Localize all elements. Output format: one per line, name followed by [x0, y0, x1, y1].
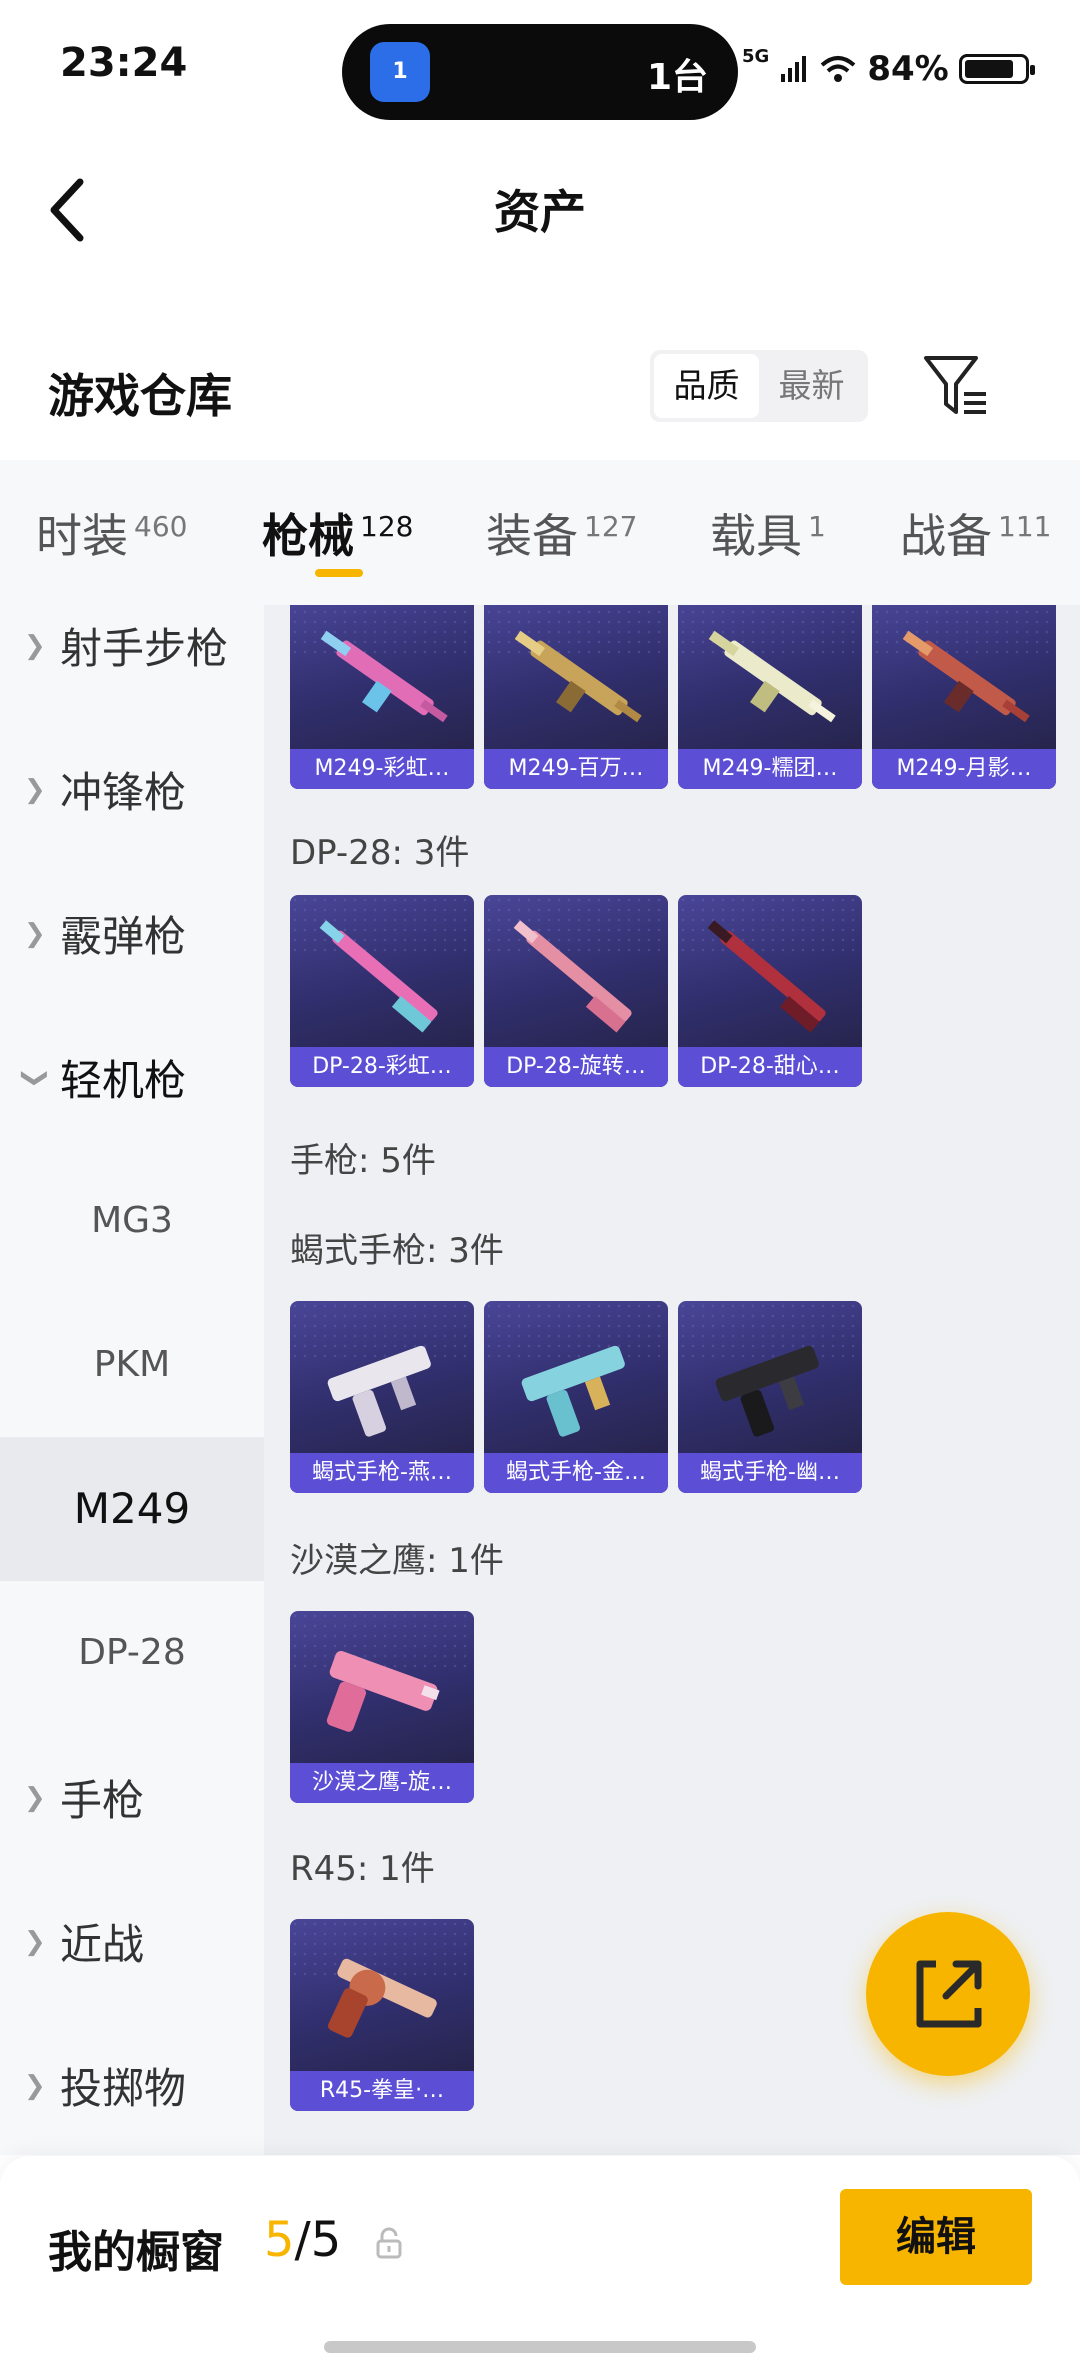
- status-bar: 23:24 1 1台 5G 84%: [0, 0, 1080, 130]
- weapon-card-name: M249-月影…: [872, 749, 1056, 789]
- battery-icon: [958, 54, 1035, 84]
- sidebar-item-label: 手枪: [60, 1776, 145, 1825]
- showcase-count: 5/5: [264, 2212, 341, 2268]
- tab-label: 装备: [486, 509, 578, 563]
- tab-equipment[interactable]: 装备 127: [486, 500, 637, 566]
- showcase-label: 我的橱窗: [48, 2227, 224, 2278]
- weapon-category-sidebar: ❯ 射手步枪 ❯ 冲锋枪 ❯ 霰弹枪 ❯ 轻机枪 MG3 PKM M249 DP-28 …: [0, 605, 264, 2155]
- sidebar-item-throwable[interactable]: ❯ 投掷物: [0, 2013, 264, 2157]
- sidebar-item-marksman-rifle[interactable]: ❯ 射手步枪: [0, 573, 264, 717]
- top-header: 资产: [0, 140, 1080, 270]
- group-header-dp28: DP-28: 3件: [290, 833, 470, 873]
- sort-quality-button[interactable]: 品质: [654, 354, 759, 418]
- weapon-card-name: 沙漠之鹰-旋…: [290, 1763, 474, 1803]
- group-header-deagle: 沙漠之鹰: 1件: [290, 1541, 504, 1581]
- tab-label: 载具: [710, 509, 802, 563]
- weapon-card-name: DP-28-甜心…: [678, 1047, 862, 1087]
- weapon-card[interactable]: M249-百万…: [484, 605, 668, 789]
- battery-percent: 84%: [867, 49, 949, 89]
- tab-count: 111: [998, 509, 1052, 543]
- chevron-down-icon: ❯: [19, 1067, 50, 1089]
- weapon-card-name: 蝎式手枪-幽…: [678, 1453, 862, 1493]
- share-export-button[interactable]: [866, 1912, 1030, 2076]
- chevron-right-icon: ❯: [24, 2071, 46, 2101]
- sidebar-item-lmg[interactable]: ❯ 轻机枪: [0, 1005, 264, 1149]
- sort-latest-button[interactable]: 最新: [759, 354, 864, 418]
- group-header-scorpion: 蝎式手枪: 3件: [290, 1231, 504, 1271]
- chevron-right-icon: ❯: [24, 1927, 46, 1957]
- weapon-card[interactable]: M249-糯团…: [678, 605, 862, 789]
- sidebar-item-label: 冲锋枪: [60, 768, 187, 817]
- tab-vehicles[interactable]: 载具 1: [710, 500, 826, 566]
- share-export-icon: [916, 1960, 982, 2028]
- showcase-used: 5: [264, 2212, 295, 2268]
- chevron-right-icon: ❯: [24, 919, 46, 949]
- weapon-card[interactable]: DP-28-甜心…: [678, 895, 862, 1087]
- group-header-r45: R45: 1件: [290, 1849, 435, 1889]
- sidebar-item-shotgun[interactable]: ❯ 霰弹枪: [0, 861, 264, 1005]
- signal-icon: [781, 56, 807, 82]
- sidebar-item-smg[interactable]: ❯ 冲锋枪: [0, 717, 264, 861]
- sidebar-item-label: 近战: [60, 1920, 145, 1969]
- weapon-card[interactable]: 蝎式手枪-幽…: [678, 1301, 862, 1493]
- sidebar-item-label: 霰弹枪: [60, 912, 187, 961]
- tab-count: 1: [808, 509, 826, 543]
- tab-count: 127: [584, 509, 638, 543]
- tab-label: 战备: [900, 509, 992, 563]
- network-type: 5G: [742, 46, 770, 67]
- tab-fashion[interactable]: 时装 460: [36, 500, 187, 566]
- battery-fill: [964, 60, 1014, 78]
- weapon-card-name: 蝎式手枪-燕…: [290, 1453, 474, 1493]
- active-tab-indicator: [315, 569, 363, 577]
- weapon-card-name: M249-糯团…: [678, 749, 862, 789]
- weapon-card-name: 蝎式手枪-金…: [484, 1453, 668, 1493]
- filter-icon[interactable]: [920, 352, 992, 420]
- lock-icon: [376, 2227, 402, 2259]
- group-header-pistol: 手枪: 5件: [290, 1141, 436, 1181]
- weapon-card[interactable]: R45-拳皇·…: [290, 1919, 474, 2111]
- weapon-card-name: DP-28-彩虹…: [290, 1047, 474, 1087]
- sidebar-sub-dp28[interactable]: DP-28: [0, 1581, 264, 1725]
- chevron-right-icon: ❯: [24, 775, 46, 805]
- weapon-card-name: DP-28-旋转…: [484, 1047, 668, 1087]
- showcase-total: /5: [294, 2212, 342, 2268]
- island-app-icon: 1: [370, 42, 430, 102]
- tab-count: 128: [360, 509, 414, 543]
- tab-supplies[interactable]: 战备 111: [900, 500, 1051, 566]
- weapon-card[interactable]: 沙漠之鹰-旋…: [290, 1611, 474, 1803]
- tab-label: 枪械: [262, 509, 354, 563]
- sidebar-item-label: 射手步枪: [60, 624, 229, 673]
- sidebar-item-pistol[interactable]: ❯ 手枪: [0, 1725, 264, 1869]
- tab-guns[interactable]: 枪械 128: [262, 500, 413, 566]
- dynamic-island[interactable]: 1 1台: [342, 24, 738, 120]
- sidebar-sub-pkm[interactable]: PKM: [0, 1293, 264, 1437]
- weapon-card[interactable]: DP-28-彩虹…: [290, 895, 474, 1087]
- page-title: 资产: [494, 185, 586, 239]
- status-time: 23:24: [60, 40, 188, 86]
- sidebar-item-label: 轻机枪: [60, 1056, 187, 1105]
- chevron-right-icon: ❯: [24, 631, 46, 661]
- sidebar-sub-mg3[interactable]: MG3: [0, 1149, 264, 1293]
- weapon-card-name: R45-拳皇·…: [290, 2071, 474, 2111]
- weapon-card[interactable]: DP-28-旋转…: [484, 895, 668, 1087]
- sort-toggle: 品质 最新: [650, 350, 868, 422]
- wifi-icon: [820, 56, 856, 82]
- chevron-right-icon: ❯: [24, 1783, 46, 1813]
- home-indicator[interactable]: [324, 2341, 756, 2353]
- sidebar-item-melee[interactable]: ❯ 近战: [0, 1869, 264, 2013]
- weapon-card[interactable]: M249-彩虹…: [290, 605, 474, 789]
- weapon-card[interactable]: M249-月影…: [872, 605, 1056, 789]
- weapon-card-name: M249-彩虹…: [290, 749, 474, 789]
- warehouse-title: 游戏仓库: [48, 369, 232, 423]
- weapon-card[interactable]: 蝎式手枪-燕…: [290, 1301, 474, 1493]
- sidebar-item-label: 投掷物: [60, 2064, 187, 2113]
- weapon-card[interactable]: 蝎式手枪-金…: [484, 1301, 668, 1493]
- island-text: 1台: [646, 57, 708, 98]
- edit-button[interactable]: 编辑: [840, 2189, 1032, 2285]
- system-icons: 5G 84%: [742, 44, 1035, 94]
- sidebar-sub-m249[interactable]: M249: [0, 1437, 264, 1581]
- weapon-card-name: M249-百万…: [484, 749, 668, 789]
- tab-label: 时装: [36, 509, 128, 563]
- tab-count: 460: [134, 509, 188, 543]
